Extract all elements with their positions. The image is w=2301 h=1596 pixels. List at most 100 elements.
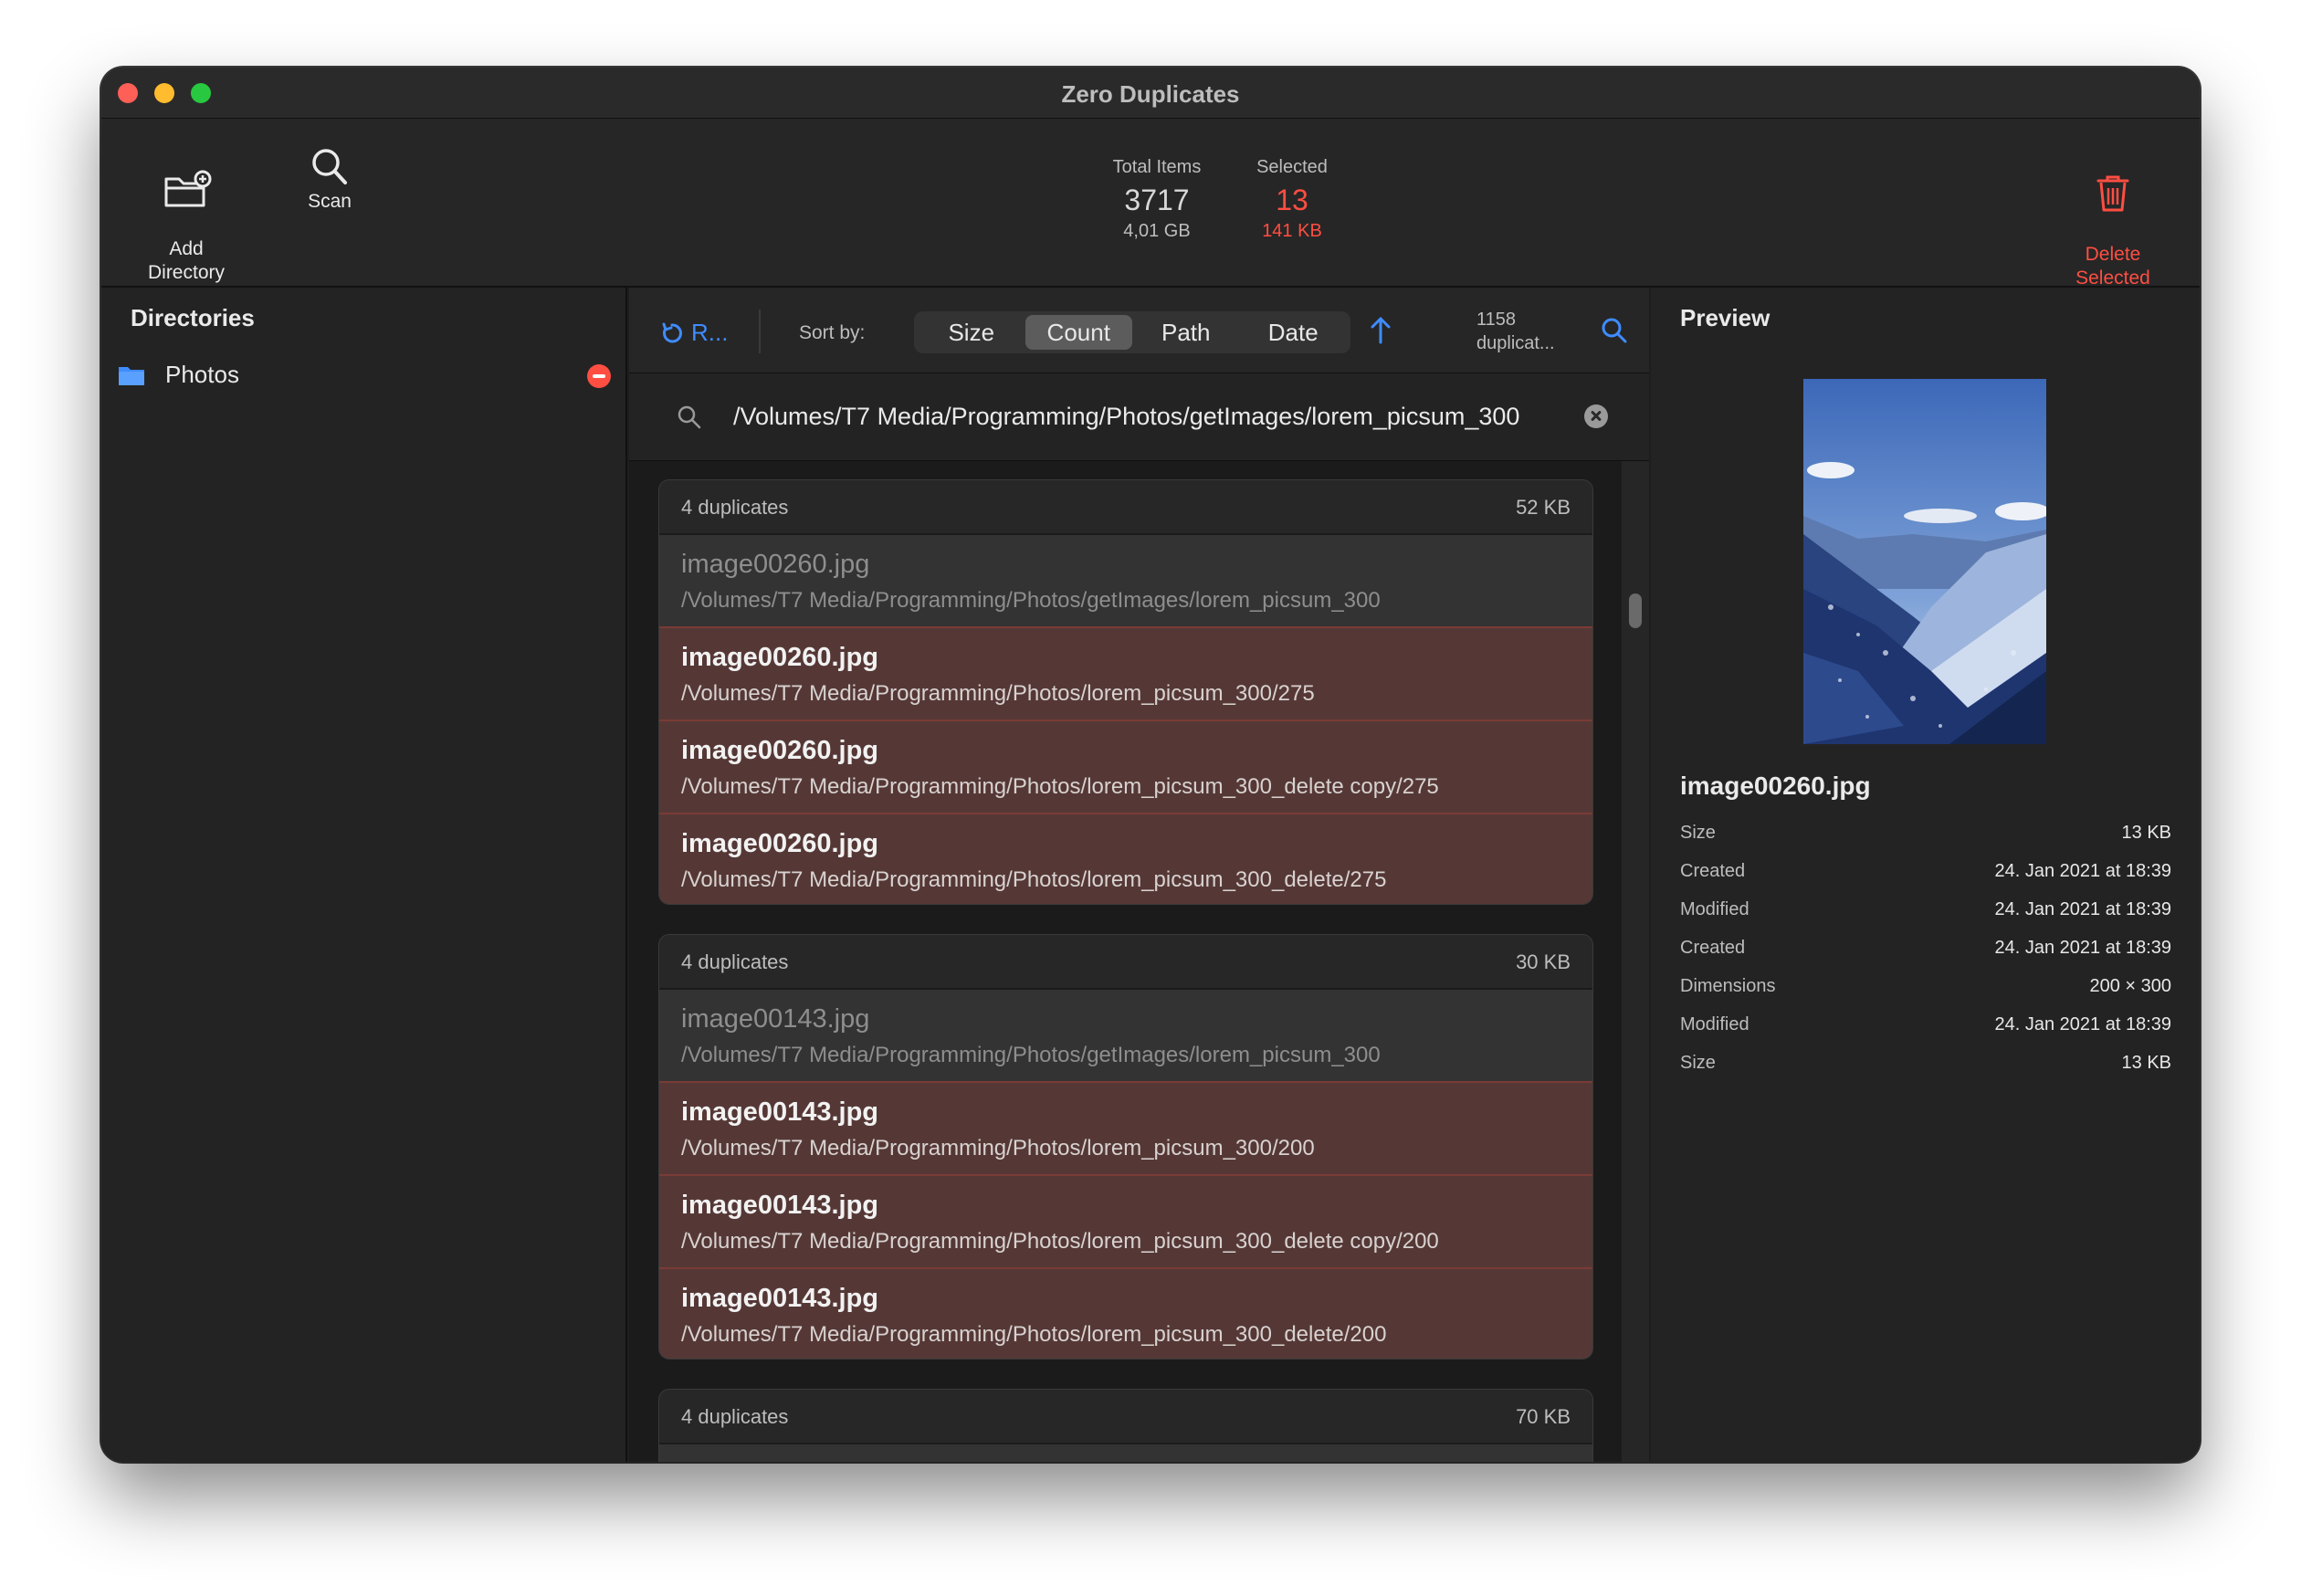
group-count: 4 duplicates [681,496,789,519]
metadata-key: Size [1680,823,1716,843]
sidebar: Directories Photos [101,288,627,1462]
sort-option-date[interactable]: Date [1240,315,1348,350]
preview-panel: Preview image00260.jpg Size 13 KB Create… [1651,288,2200,1462]
refresh-button[interactable]: R... [660,319,728,347]
remove-directory-button[interactable] [587,364,611,388]
metadata-value: 24. Jan 2021 at 18:39 [1994,938,2172,958]
metadata-row: Created 24. Jan 2021 at 18:39 [1680,861,2171,899]
preview-title: Preview [1680,304,1770,331]
refresh-label: R... [691,319,729,346]
list-item[interactable]: image00260.jpg /Volumes/T7 Media/Program… [659,626,1592,719]
group-size: 70 KB [1516,1405,1571,1428]
sort-segmented-control: Size Count Path Date [914,311,1350,353]
magnifying-glass-icon [312,149,347,184]
metadata-row: Size 13 KB [1680,1053,2171,1091]
list-item[interactable]: image00143.jpg /Volumes/T7 Media/Program… [659,1174,1592,1267]
metadata-row: Dimensions 200 × 300 [1680,976,2171,1014]
toolbar: Add Directory Scan Total Items 3717 4,01… [101,119,2200,290]
folder-icon [119,367,144,385]
total-items-stat: Total Items 3717 4,01 GB [1102,157,1212,242]
sort-option-path[interactable]: Path [1132,315,1240,350]
refresh-icon [662,322,682,342]
metadata-row: Modified 24. Jan 2021 at 18:39 [1680,899,2171,938]
scan-button[interactable]: Scan [293,146,366,214]
duplicates-count-label: duplicat... [1476,333,1555,353]
metadata-value: 24. Jan 2021 at 18:39 [1994,899,2172,919]
list-item[interactable]: image00143.jpg /Volumes/T7 Media/Program… [659,1267,1592,1359]
list-item[interactable]: image00260.jpg /Volumes/T7 Media/Program… [659,813,1592,904]
mountain-landscape-image [1803,379,2046,744]
metadata-value: 24. Jan 2021 at 18:39 [1994,1014,2172,1034]
total-items-label: Total Items [1112,157,1202,177]
preview-image [1803,379,2046,744]
file-name: image00260.jpg [681,736,878,765]
metadata-key: Created [1680,938,1746,958]
trash-icon [2096,175,2129,212]
sort-option-size[interactable]: Size [918,315,1025,350]
clear-search-button[interactable] [1584,404,1608,428]
metadata-key: Created [1680,861,1746,881]
file-name: image00260.jpg [681,643,878,672]
add-directory-button[interactable]: Add Directory [136,146,236,285]
preview-file-name: image00260.jpg [1680,772,1871,800]
search-icon[interactable] [1601,317,1628,344]
duplicate-group: 4 duplicates 52 KB image00260.jpg /Volum… [658,479,1593,905]
selected-label: Selected [1256,157,1328,177]
metadata-row: Size 13 KB [1680,823,2171,861]
file-name: image00143.jpg [681,1004,870,1034]
file-path: /Volumes/T7 Media/Programming/Photos/get… [681,1043,1381,1067]
search-bar: /Volumes/T7 Media/Programming/Photos/get… [629,373,1649,461]
list-item[interactable]: image00143.jpg /Volumes/T7 Media/Program… [659,1081,1592,1174]
metadata-key: Dimensions [1680,976,1776,996]
sidebar-item-photos[interactable]: Photos [118,359,611,392]
file-path: /Volumes/T7 Media/Programming/Photos/lor… [681,1136,1315,1160]
selected-size: 141 KB [1262,221,1322,241]
group-size: 52 KB [1516,496,1571,519]
metadata-value: 200 × 300 [2089,976,2171,996]
scrollbar-thumb[interactable] [1629,593,1642,628]
duplicates-list[interactable]: 4 duplicates 52 KB image00260.jpg /Volum… [629,461,1649,1462]
metadata-row: Created 24. Jan 2021 at 18:39 [1680,938,2171,976]
metadata-row: Modified 24. Jan 2021 at 18:39 [1680,1014,2171,1053]
group-header: 4 duplicates 52 KB [659,480,1592,533]
list-item[interactable]: image00260.jpg /Volumes/T7 Media/Program… [659,533,1592,626]
total-items-count: 3717 [1124,184,1190,216]
folder-plus-icon [164,170,212,207]
sort-option-count[interactable]: Count [1024,315,1132,350]
window-title: Zero Duplicates [1061,80,1240,108]
arrow-up-icon[interactable] [1369,315,1392,344]
title-bar: Zero Duplicates [101,68,2200,119]
duplicate-group: 4 duplicates 30 KB image00143.jpg /Volum… [658,934,1593,1360]
delete-selected-button[interactable]: Delete Selected [2063,148,2163,290]
file-path: /Volumes/T7 Media/Programming/Photos/lor… [681,1322,1387,1347]
file-name: image00143.jpg [681,1191,878,1220]
group-size: 30 KB [1516,950,1571,973]
delete-selected-label: Delete Selected [2075,244,2150,289]
search-input[interactable]: /Volumes/T7 Media/Programming/Photos/get… [733,403,1519,431]
list-item[interactable]: image00260.jpg /Volumes/T7 Media/Program… [659,719,1592,813]
divider [759,310,761,353]
directory-name: Photos [165,361,239,388]
list-item[interactable]: image00143.jpg /Volumes/T7 Media/Program… [659,988,1592,1081]
file-path: /Volumes/T7 Media/Programming/Photos/lor… [681,681,1315,706]
file-name: image00260.jpg [681,829,878,858]
list-item[interactable] [659,1443,1592,1462]
duplicates-panel: R... Sort by: Size Count Path Date 1158 … [629,288,1649,1462]
duplicate-group: 4 duplicates 70 KB [658,1389,1593,1462]
duplicates-count-number: 1158 [1476,310,1517,330]
total-items-size: 4,01 GB [1123,221,1191,241]
metadata-value: 13 KB [2121,1053,2171,1073]
group-count: 4 duplicates [681,1405,789,1428]
group-count: 4 duplicates [681,950,789,973]
add-directory-label: Add Directory [147,238,225,283]
file-path: /Volumes/T7 Media/Programming/Photos/get… [681,588,1381,613]
selected-stat: Selected 13 141 KB [1237,157,1347,242]
scan-label: Scan [308,191,352,212]
sidebar-title: Directories [131,304,255,331]
file-name: image00143.jpg [681,1284,878,1313]
sort-bar: R... Sort by: Size Count Path Date 1158 … [629,288,1649,373]
scrollbar[interactable] [1622,461,1649,1462]
file-path: /Volumes/T7 Media/Programming/Photos/lor… [681,867,1387,892]
metadata-value: 24. Jan 2021 at 18:39 [1994,861,2172,881]
sort-by-label: Sort by: [799,322,866,343]
